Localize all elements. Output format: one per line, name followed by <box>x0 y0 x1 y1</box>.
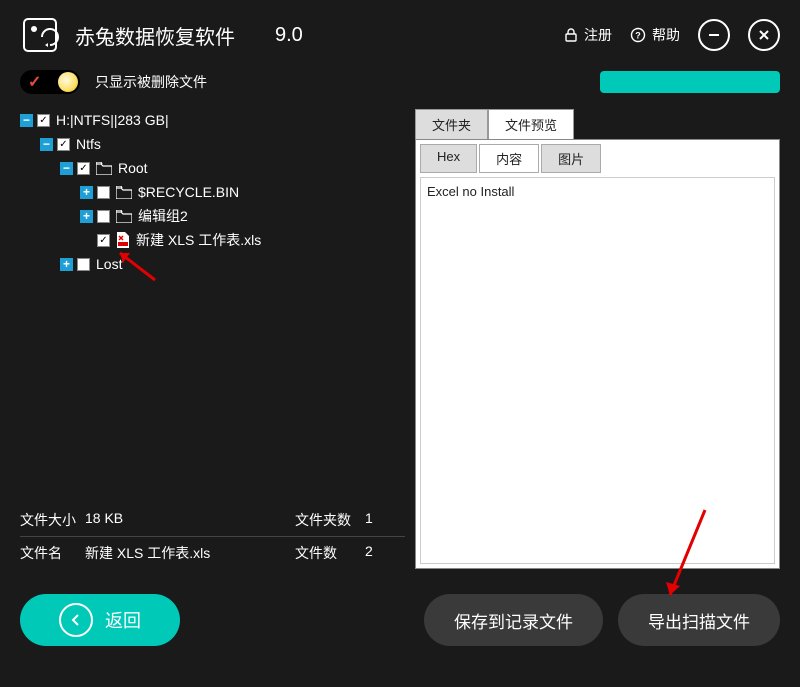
filecount-label: 文件数 <box>295 543 365 563</box>
checkbox[interactable]: ✓ <box>37 114 50 127</box>
back-arrow-icon <box>59 603 93 637</box>
node-label: Root <box>118 160 148 176</box>
progress-bar <box>600 71 780 93</box>
export-label: 导出扫描文件 <box>648 608 750 633</box>
tree-node[interactable]: −✓ H:|NTFS||283 GB| <box>20 109 405 131</box>
check-icon: ✓ <box>28 72 41 92</box>
preview-box: Hex内容图片 Excel no Install <box>415 139 780 569</box>
help-label: 帮助 <box>652 25 680 45</box>
back-label: 返回 <box>105 607 141 633</box>
filename-label: 文件名 <box>20 543 85 563</box>
register-label: 注册 <box>584 25 612 45</box>
collapse-icon[interactable]: − <box>20 114 33 127</box>
preview-content: Excel no Install <box>420 177 775 564</box>
checkbox[interactable]: ✓ <box>77 162 90 175</box>
toggle-knob <box>58 72 78 92</box>
node-label: Lost <box>96 256 122 272</box>
minimize-button[interactable] <box>698 19 730 51</box>
preview-panel: 文件夹文件预览 Hex内容图片 Excel no Install <box>415 109 780 569</box>
close-button[interactable] <box>748 19 780 51</box>
filesize-value: 18 KB <box>85 510 295 530</box>
inner-tab-0[interactable]: Hex <box>420 144 477 173</box>
toggle-label: 只显示被删除文件 <box>95 72 207 92</box>
foldercount-label: 文件夹数 <box>295 510 365 530</box>
folder-icon <box>116 210 132 223</box>
checkbox[interactable]: ✓ <box>97 234 110 247</box>
deleted-only-toggle[interactable]: ✓ <box>20 70 80 94</box>
tree-node[interactable]: −✓ Ntfs <box>20 133 405 155</box>
back-button[interactable]: 返回 <box>20 594 180 646</box>
inner-tab-2[interactable]: 图片 <box>541 144 601 173</box>
save-record-button[interactable]: 保存到记录文件 <box>424 594 603 646</box>
app-title: 赤兔数据恢复软件 <box>75 21 235 50</box>
svg-text:?: ? <box>635 31 641 41</box>
tree-node[interactable]: ✓ 新建 XLS 工作表.xls <box>20 229 405 251</box>
save-record-label: 保存到记录文件 <box>454 608 573 633</box>
stats-panel: 文件大小 18 KB 文件夹数 1 文件名 新建 XLS 工作表.xls 文件数… <box>20 504 405 569</box>
node-label: Ntfs <box>76 136 101 152</box>
collapse-icon[interactable]: − <box>60 162 73 175</box>
expand-icon[interactable]: + <box>80 186 93 199</box>
foldercount-value: 1 <box>365 510 405 530</box>
node-label: $RECYCLE.BIN <box>138 184 239 200</box>
filecount-value: 2 <box>365 543 405 563</box>
app-version: 9.0 <box>275 24 303 47</box>
file-tree[interactable]: −✓H:|NTFS||283 GB|−✓Ntfs−✓Root+$RECYCLE.… <box>20 109 405 499</box>
filename-value: 新建 XLS 工作表.xls <box>85 543 295 563</box>
filter-row: ✓ 只显示被删除文件 <box>0 70 800 94</box>
outer-tabs: 文件夹文件预览 <box>415 109 780 139</box>
export-button[interactable]: 导出扫描文件 <box>618 594 780 646</box>
outer-tab-1[interactable]: 文件预览 <box>488 109 574 139</box>
register-link[interactable]: 注册 <box>564 25 612 45</box>
outer-tab-0[interactable]: 文件夹 <box>415 109 488 139</box>
node-label: 新建 XLS 工作表.xls <box>136 230 261 250</box>
tree-panel: −✓H:|NTFS||283 GB|−✓Ntfs−✓Root+$RECYCLE.… <box>20 109 415 569</box>
checkbox[interactable]: ✓ <box>57 138 70 151</box>
bottom-bar: 返回 保存到记录文件 导出扫描文件 <box>0 579 800 661</box>
inner-tabs: Hex内容图片 <box>420 144 775 173</box>
tree-node[interactable]: −✓ Root <box>20 157 405 179</box>
node-label: 编辑组2 <box>138 206 188 226</box>
folder-icon <box>96 162 112 175</box>
app-icon <box>20 15 60 55</box>
filesize-label: 文件大小 <box>20 510 85 530</box>
folder-icon <box>116 186 132 199</box>
tree-node[interactable]: + 编辑组2 <box>20 205 405 227</box>
checkbox[interactable] <box>97 210 110 223</box>
expand-icon[interactable]: + <box>60 258 73 271</box>
file-xls-icon <box>116 232 130 248</box>
checkbox[interactable] <box>77 258 90 271</box>
preview-text: Excel no Install <box>427 184 514 199</box>
help-link[interactable]: ? 帮助 <box>630 25 680 45</box>
expand-icon[interactable]: + <box>80 210 93 223</box>
checkbox[interactable] <box>97 186 110 199</box>
inner-tab-1[interactable]: 内容 <box>479 144 539 173</box>
tree-node[interactable]: + $RECYCLE.BIN <box>20 181 405 203</box>
tree-node[interactable]: + Lost <box>20 253 405 275</box>
collapse-icon[interactable]: − <box>40 138 53 151</box>
node-label: H:|NTFS||283 GB| <box>56 112 169 128</box>
help-icon: ? <box>630 27 646 43</box>
lock-icon <box>564 28 578 42</box>
app-header: 赤兔数据恢复软件 9.0 注册 ? 帮助 <box>0 0 800 70</box>
